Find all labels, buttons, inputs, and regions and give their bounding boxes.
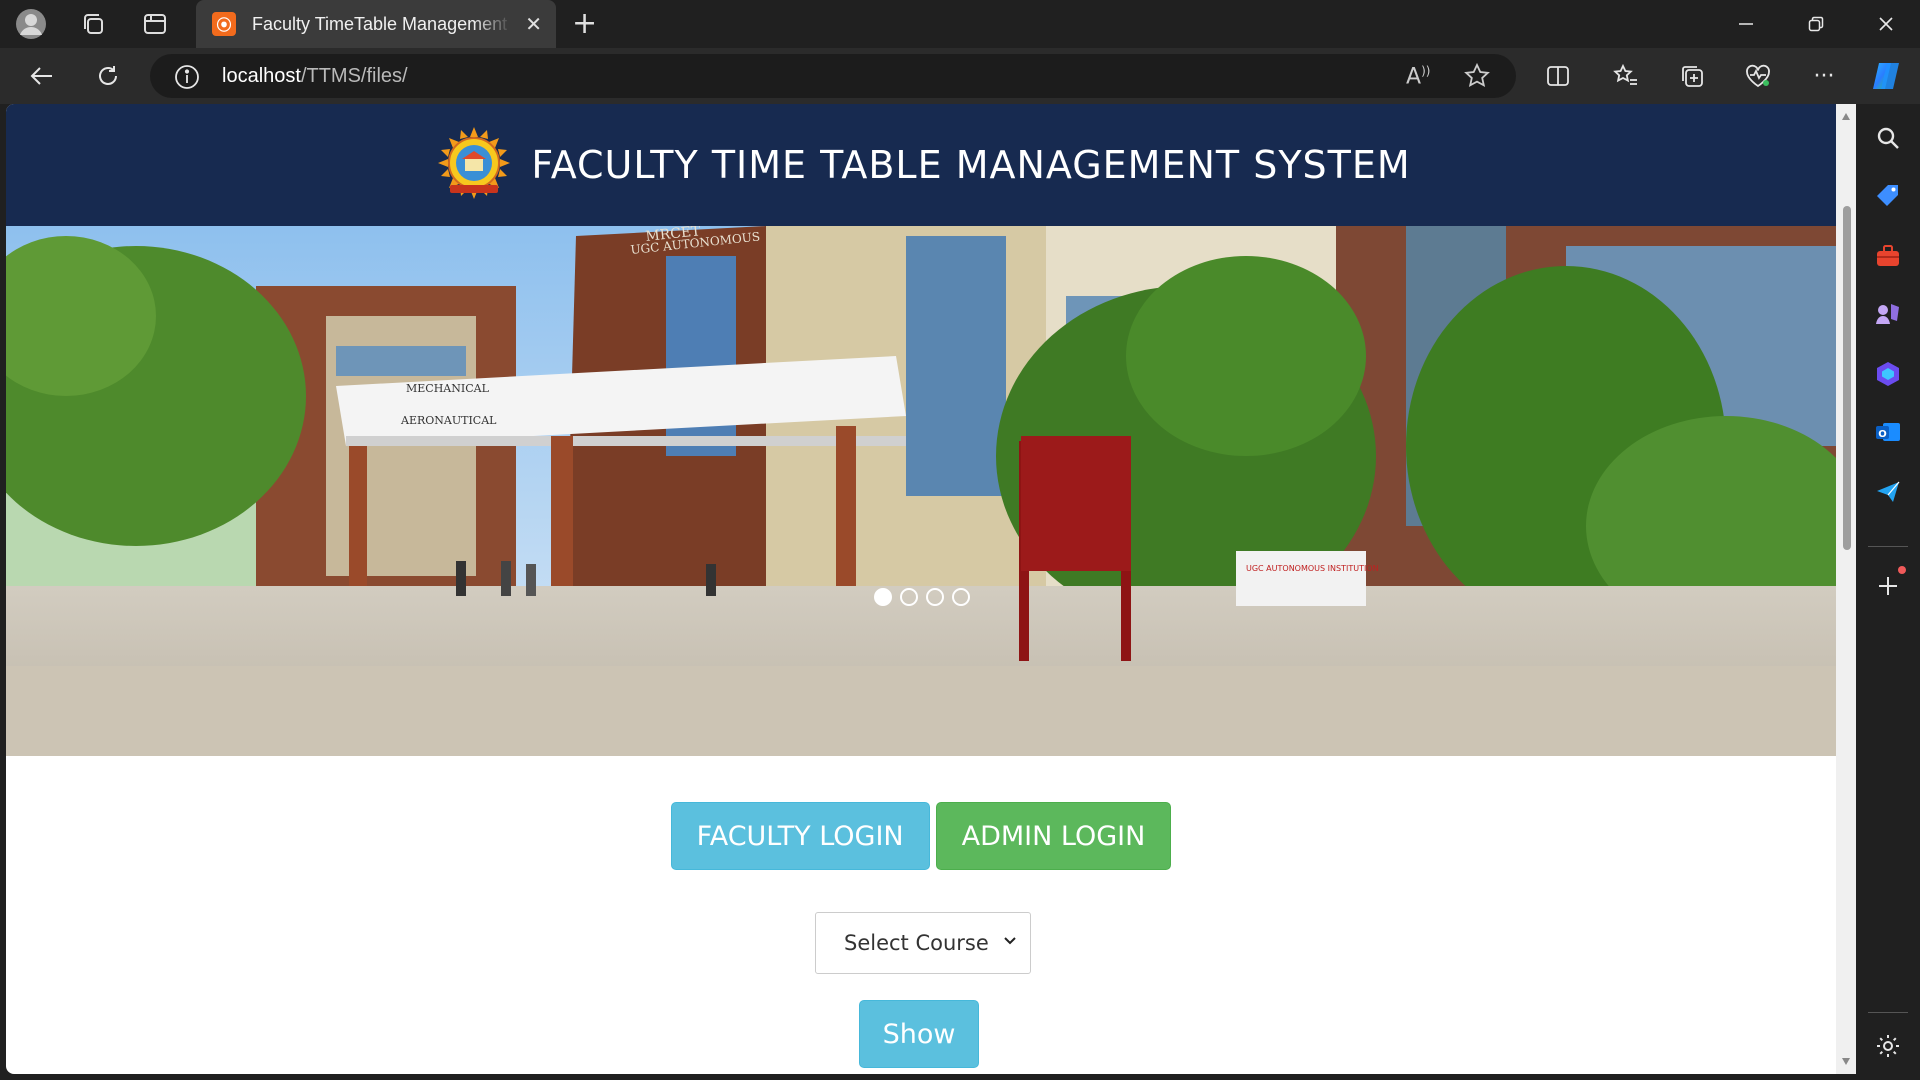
favorites-icon[interactable] (1608, 60, 1644, 92)
url-host: localhost (222, 65, 301, 87)
site-header: FACULTY TIME TABLE MANAGEMENT SYSTEM (6, 104, 1836, 226)
carousel-dot[interactable] (926, 588, 944, 606)
scroll-up-icon[interactable] (1841, 112, 1851, 122)
svg-text:O: O (1878, 429, 1887, 440)
favorite-star-icon[interactable] (1464, 62, 1490, 94)
profile-icon[interactable] (14, 8, 48, 40)
restore-icon[interactable] (1782, 0, 1850, 48)
building-sign: MECHANICAL (406, 382, 490, 395)
refresh-icon[interactable] (90, 60, 126, 92)
admin-login-button[interactable]: ADMIN LOGIN (935, 802, 1172, 870)
carousel-indicators (874, 588, 970, 606)
edge-sidebar: O (1856, 104, 1920, 1080)
add-icon[interactable] (1872, 566, 1906, 602)
faculty-login-button[interactable]: FACULTY LOGIN (670, 802, 930, 870)
course-select-value: Select Course (844, 931, 989, 955)
scroll-down-icon[interactable] (1841, 1056, 1851, 1066)
page-viewport: FACULTY TIME TABLE MANAGEMENT SYSTEM MRC… (6, 104, 1856, 1074)
new-tab-icon[interactable]: + (572, 6, 597, 41)
tools-icon[interactable] (1872, 240, 1904, 272)
college-building-photo: MRCET UGC AUTONOMOUS MECHANICAL AERONAUT… (6, 226, 1836, 756)
toolbar: localhost/TTMS/files/ A)) ··· (0, 48, 1920, 104)
browser-essentials-icon[interactable] (1740, 60, 1776, 92)
microsoft365-icon[interactable] (1872, 358, 1904, 390)
scrollbar-thumb[interactable] (1843, 206, 1851, 550)
back-icon[interactable] (24, 60, 60, 92)
college-logo (438, 127, 511, 199)
carousel-dot[interactable] (952, 588, 970, 606)
minimize-icon[interactable] (1712, 0, 1780, 48)
image-carousel[interactable]: MRCET UGC AUTONOMOUS MECHANICAL AERONAUT… (6, 226, 1836, 756)
more-icon[interactable]: ··· (1806, 60, 1842, 92)
copilot-icon[interactable] (1868, 60, 1904, 92)
tab-actions-icon[interactable] (138, 8, 172, 40)
sidebar-divider (1868, 546, 1908, 547)
address-bar[interactable]: localhost/TTMS/files/ A)) (150, 54, 1516, 98)
building-sign: AERONAUTICAL (400, 414, 497, 427)
read-aloud-icon[interactable]: A)) (1406, 64, 1430, 89)
carousel-dot[interactable] (874, 588, 892, 606)
shopping-icon[interactable] (1872, 180, 1904, 212)
login-buttons: FACULTY LOGIN ADMIN LOGIN (6, 802, 1836, 870)
tab-bar: ⦿ Faculty TimeTable Management System ✕ … (0, 0, 1920, 48)
show-button[interactable]: Show (859, 1000, 979, 1068)
url-path: /TTMS/files/ (300, 65, 408, 87)
site-title: FACULTY TIME TABLE MANAGEMENT SYSTEM (531, 143, 1411, 187)
course-select[interactable]: Select Course (815, 912, 1031, 974)
xampp-favicon-icon: ⦿ (212, 12, 236, 36)
split-screen-icon[interactable] (1540, 60, 1576, 92)
building-sign: UGC AUTONOMOUS INSTITUTION (1246, 564, 1379, 573)
active-tab[interactable]: ⦿ Faculty TimeTable Management System ✕ (196, 0, 556, 48)
outlook-icon[interactable]: O (1872, 416, 1904, 448)
workspaces-icon[interactable] (76, 8, 110, 40)
chevron-down-icon (1004, 937, 1016, 945)
sidebar-divider (1868, 1012, 1908, 1013)
settings-icon[interactable] (1872, 1030, 1904, 1062)
carousel-dot[interactable] (900, 588, 918, 606)
close-icon[interactable] (1852, 0, 1920, 48)
games-icon[interactable] (1872, 298, 1904, 330)
collections-icon[interactable] (1674, 60, 1710, 92)
drop-icon[interactable] (1872, 476, 1904, 508)
notification-dot (1898, 566, 1906, 574)
info-icon[interactable] (174, 64, 200, 95)
search-icon[interactable] (1872, 122, 1904, 154)
tab-close-icon[interactable]: ✕ (525, 12, 542, 36)
vertical-scrollbar[interactable] (1836, 104, 1856, 1074)
url-text[interactable]: localhost/TTMS/files/ (222, 65, 408, 88)
tab-title: Faculty TimeTable Management System (252, 13, 512, 34)
